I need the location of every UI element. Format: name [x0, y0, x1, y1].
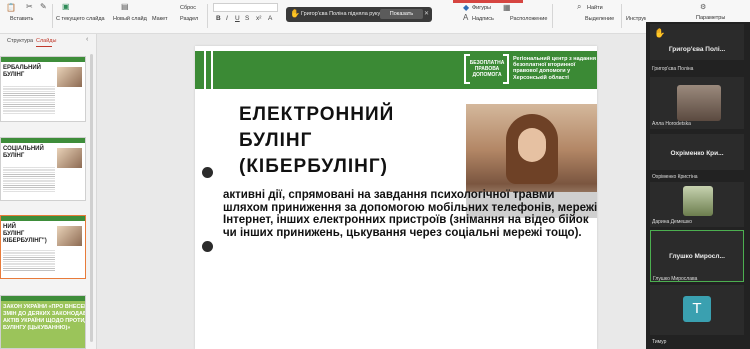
show-button[interactable]: Показать [380, 9, 423, 19]
divider [621, 4, 622, 28]
thumbnail-title: ЕРБАЛЬНИЙ БУЛІНГ [3, 65, 41, 78]
bullet-icon [202, 167, 213, 178]
participant-name: Охріменко Кри... [670, 150, 724, 157]
new-slide-icon[interactable]: ▤ [121, 3, 129, 11]
find-button[interactable]: Найти [587, 5, 603, 11]
paste-icon[interactable]: 📋 [6, 4, 16, 12]
raised-hand-icon: ✋ [654, 28, 666, 38]
thumbnail-image [57, 67, 82, 87]
app-window: 📋 ✂ ✎ Вставить ▣ С текущего слайда ▤ Нов… [0, 0, 750, 349]
slides-panel: Структура Слайды ‹ ЕРБАЛЬНИЙ БУЛІНГ СОЦІ… [0, 34, 97, 349]
shapes-button[interactable]: Фигуры [472, 5, 491, 11]
slide-thumbnail[interactable]: ЗАКОН УКРАЇНИ «ПРО ВНЕСЕННЯ ЗМІН ДО ДЕЯК… [0, 295, 86, 349]
settings-icon[interactable]: ⚙ [700, 3, 706, 11]
participant-tile[interactable]: T Тимур [650, 285, 744, 345]
font-color-icon[interactable]: A [268, 15, 272, 22]
participant-name: Тимур [652, 339, 667, 345]
thumbnail-header-bar [1, 216, 85, 221]
format-painter-icon[interactable]: ✎ [40, 3, 47, 11]
thumbnail-header-bar [1, 138, 85, 143]
underline-icon[interactable]: U [235, 15, 240, 22]
divider [52, 4, 53, 28]
search-icon[interactable]: ⌕ [577, 3, 581, 11]
caption-icon[interactable]: A [463, 14, 468, 22]
thumbnail-header-bar [1, 296, 85, 301]
thumbnail-title: НИЙ БУЛІНГ КІБЕРБУЛІНГ") [3, 224, 47, 244]
section-button[interactable]: Раздел [180, 16, 198, 22]
reset-button[interactable]: Сброс [180, 5, 196, 11]
organization-name: Регіональний центр з надання безоплатної… [513, 56, 597, 81]
paste-button[interactable]: Вставить [10, 16, 33, 22]
participant-name: Григор'єва Полі... [668, 46, 726, 53]
slide-canvas: БЕЗОПЛАТНА ПРАВОВА ДОПОМОГА Регіональний… [97, 34, 646, 349]
arrange-icon[interactable]: ▦ [503, 4, 511, 12]
divider [207, 4, 208, 28]
thumbnail-text [3, 166, 55, 192]
participant-label: Григор'єва Поліна [652, 66, 694, 72]
participant-name: Дарина Демешко [652, 219, 693, 225]
select-button[interactable]: Выделение [585, 16, 614, 22]
slide-thumbnail-selected[interactable]: НИЙ БУЛІНГ КІБЕРБУЛІНГ") [0, 215, 86, 279]
italic-icon[interactable]: I [226, 15, 228, 22]
participants-panel: ⚙ Параметры ✋ Григор'єва Полі... Григор'… [646, 0, 750, 349]
shapes-icon[interactable]: ◆ [463, 4, 469, 12]
layout-button[interactable]: Макет [152, 16, 168, 22]
participant-tile[interactable]: ✋ Григор'єва Полі... Григор'єва Поліна [650, 24, 744, 72]
participant-tile-active[interactable]: Глушко Миросл... Глушко Мирослава [650, 230, 744, 282]
raised-hand-notification: ✋ Григор'єва Поліна підняла руку Показат… [286, 7, 432, 22]
thumbnail-image [57, 226, 82, 246]
thumbnail-text [3, 249, 55, 271]
settings-button[interactable]: Параметры [696, 15, 725, 21]
slide-thumbnail[interactable]: СОЦІАЛЬНИЙ БУЛІНГ [0, 137, 86, 201]
slide-title: ЕЛЕКТРОННИЙ БУЛІНГ (КІБЕРБУЛІНГ) [239, 104, 395, 177]
panel-scrollbar[interactable] [90, 54, 93, 342]
slide-body-text: активні дії, спрямовані на завдання псих… [223, 189, 597, 239]
participant-tile[interactable]: Охріменко Кри... Охріменко Кристіна [650, 134, 744, 180]
slide-thumbnail[interactable]: ЕРБАЛЬНИЙ БУЛІНГ [0, 56, 86, 122]
bullet-icon [202, 241, 213, 252]
participant-avatar: T [683, 296, 711, 322]
caption-button[interactable]: Надпись [472, 16, 494, 22]
photo-face [518, 128, 546, 162]
new-slide-from-current-button[interactable]: С текущего слайда [56, 16, 105, 22]
participant-tile[interactable]: Алла Horodetska [650, 77, 744, 129]
participant-label: Глушко Мирослава [653, 276, 698, 282]
thumbnail-text [3, 85, 55, 115]
superscript-icon[interactable]: x² [256, 15, 261, 22]
participant-tile[interactable]: Дарина Демешко [650, 182, 744, 227]
tab-structure[interactable]: Структура [7, 38, 33, 44]
notification-message: Григор'єва Поліна підняла руку [301, 11, 381, 17]
thumbnail-title: ЗАКОН УКРАЇНИ «ПРО ВНЕСЕННЯ ЗМІН ДО ДЕЯК… [3, 304, 86, 331]
strikethrough-icon[interactable]: S [245, 15, 249, 22]
participants-toolbar: ⚙ Параметры [646, 0, 750, 22]
bold-icon[interactable]: B [216, 15, 221, 22]
divider [552, 4, 553, 28]
logo-bracket-right [503, 54, 509, 84]
slide-header-band: БЕЗОПЛАТНА ПРАВОВА ДОПОМОГА Регіональний… [195, 51, 597, 89]
tab-slides[interactable]: Слайды [36, 38, 56, 44]
thumbnail-image [57, 148, 82, 168]
decorative-bracket [204, 46, 213, 98]
participant-name: Алла Horodetska [652, 121, 691, 127]
participant-video [677, 85, 721, 121]
arrange-button[interactable]: Расположение [510, 16, 547, 22]
participant-name: Глушко Миросл... [669, 253, 725, 260]
participant-label: Охріменко Кристіна [652, 174, 698, 180]
raised-hand-icon: ✋ [290, 9, 300, 18]
new-slide-button[interactable]: Новый слайд [113, 16, 147, 22]
font-name-select[interactable] [213, 3, 278, 12]
active-tab-indicator [36, 46, 52, 47]
close-icon[interactable]: ✕ [424, 10, 429, 17]
current-slide[interactable]: БЕЗОПЛАТНА ПРАВОВА ДОПОМОГА Регіональний… [195, 46, 597, 349]
cut-icon[interactable]: ✂ [26, 3, 33, 11]
logo-text: БЕЗОПЛАТНА ПРАВОВА ДОПОМОГА [469, 60, 505, 78]
thumbnail-title: СОЦІАЛЬНИЙ БУЛІНГ [3, 146, 44, 159]
participant-video [683, 186, 713, 216]
thumbnail-header-bar [1, 57, 85, 62]
new-slide-from-current-icon[interactable]: ▣ [62, 3, 70, 11]
collapse-panel-icon[interactable]: ‹ [86, 36, 88, 43]
